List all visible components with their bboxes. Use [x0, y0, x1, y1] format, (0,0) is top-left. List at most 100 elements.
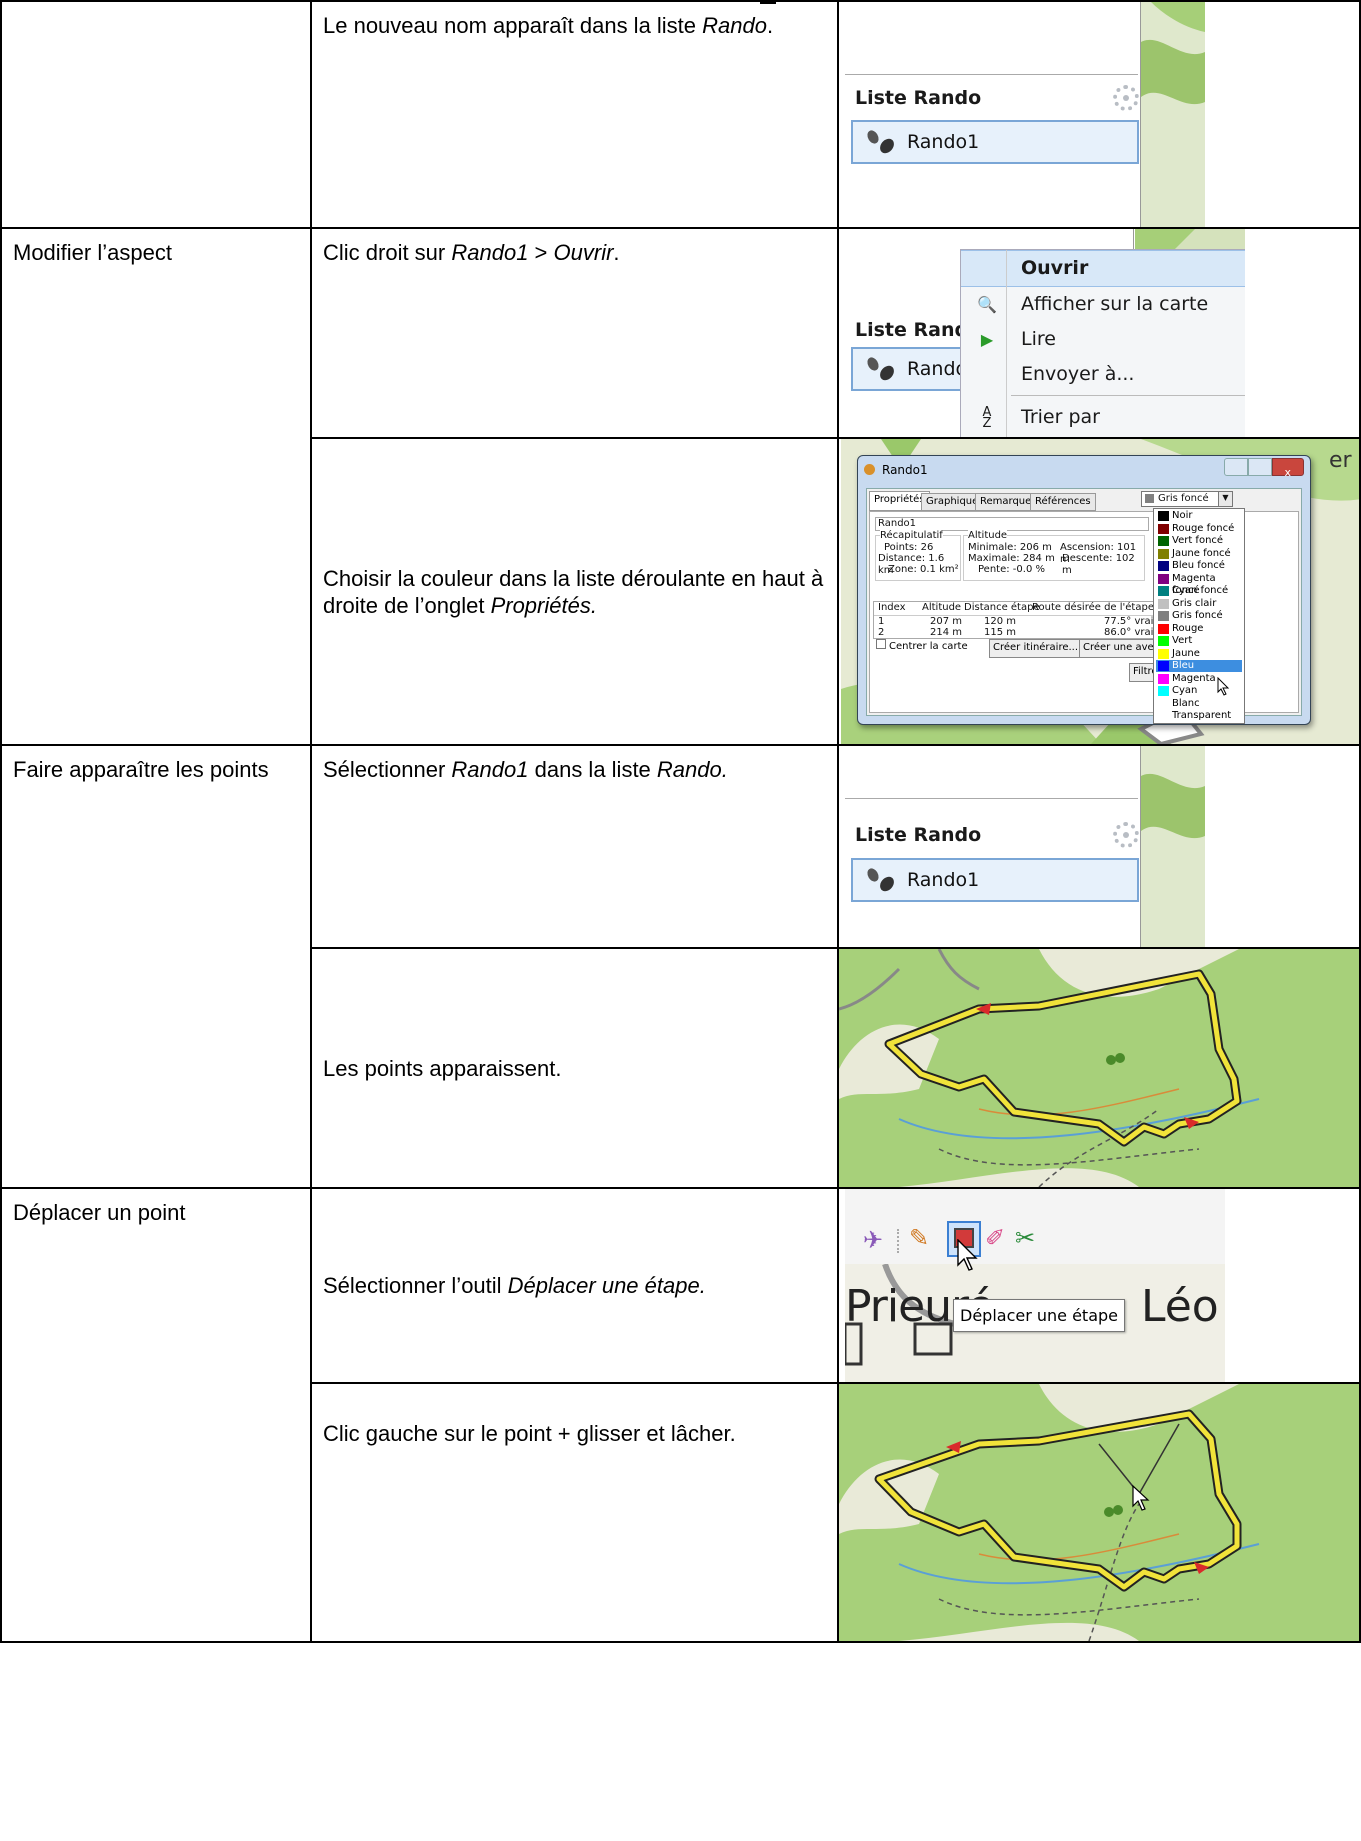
map-search-icon: 🔍	[977, 295, 997, 314]
list-header: Liste Rando	[855, 87, 982, 109]
color-swatch	[1158, 573, 1169, 584]
screenshot-cell	[837, 947, 1361, 1189]
color-swatch	[1158, 586, 1169, 596]
color-option[interactable]: Gris foncé	[1156, 610, 1242, 622]
action-cell: Déplacer un point	[0, 1187, 312, 1643]
screenshot-cell: ✈ ✎ ✐ ✂ Prieuré Léo Déplacer une étape	[837, 1187, 1361, 1384]
color-option[interactable]: Rouge	[1156, 623, 1242, 635]
color-swatch	[1158, 511, 1169, 521]
list-item-rando1[interactable]: Rando1	[851, 120, 1139, 164]
tab-references[interactable]: Références	[1030, 493, 1096, 511]
color-option[interactable]: Blanc	[1156, 698, 1242, 710]
edit-pencil-icon[interactable]: ✎	[909, 1225, 929, 1252]
color-swatch	[1158, 686, 1169, 696]
list-item-rando1[interactable]: Rando1	[851, 858, 1139, 902]
color-option[interactable]: Transparent	[1156, 710, 1242, 722]
minimize-button[interactable]	[1224, 458, 1248, 476]
screenshot-cell: er Rando1 x Propriétés Graphique Remarqu…	[837, 437, 1361, 746]
gear-icon[interactable]	[1113, 822, 1139, 848]
color-select[interactable]: Gris foncé ▼	[1141, 491, 1233, 507]
scissors-icon[interactable]: ✂	[1015, 1225, 1035, 1252]
color-swatch	[1158, 699, 1169, 709]
track-map-drag-screenshot	[840, 1385, 1358, 1640]
play-icon: ▶	[980, 330, 994, 349]
menu-item-sort-by[interactable]: A Z Trier par	[961, 400, 1245, 435]
color-option-label: Transparent	[1172, 710, 1232, 721]
color-swatch	[1158, 536, 1169, 546]
map-place-label: Léo	[1141, 1281, 1219, 1332]
properties-screenshot: er Rando1 x Propriétés Graphique Remarqu…	[841, 440, 1358, 743]
action-cell: Modifier l’aspect	[0, 227, 312, 746]
tab-graphique[interactable]: Graphique	[921, 493, 984, 511]
color-option-label: Noir	[1172, 510, 1193, 521]
color-option[interactable]: Jaune	[1156, 648, 1242, 660]
color-option[interactable]: Bleu foncé	[1156, 560, 1242, 572]
center-map-checkbox[interactable]: Centrer la carte	[873, 639, 971, 656]
context-menu: Ouvrir 🔍 Afficher sur la carte ▶ Lire Envo…	[960, 249, 1245, 436]
map-edge	[1141, 3, 1205, 226]
screenshot-cell	[837, 1382, 1361, 1643]
tooltip: Déplacer une étape	[953, 1299, 1126, 1332]
table-row: Faire apparaître les points Sélectionner…	[0, 744, 1361, 1189]
chevron-down-icon[interactable]: ▼	[1218, 492, 1232, 506]
color-option[interactable]: Vert foncé	[1156, 535, 1242, 547]
color-swatch	[1158, 561, 1169, 571]
track-map-screenshot	[840, 950, 1358, 1186]
altitude-box: Altitude Minimale: 206 m Maximale: 284 m…	[963, 530, 1145, 581]
instruction-cell: Le nouveau nom apparaît dans la liste Ra…	[310, 0, 839, 229]
create-route-button[interactable]: Créer itinéraire...	[989, 639, 1083, 658]
waypoint-table: Index Altitude Distance étape Route dési…	[873, 601, 1165, 639]
color-swatch	[1158, 623, 1169, 634]
gear-icon[interactable]	[1113, 85, 1139, 111]
footprints-icon	[863, 128, 899, 156]
color-option[interactable]: Rouge foncé	[1156, 523, 1242, 535]
menu-item-show-on-map[interactable]: 🔍 Afficher sur la carte	[961, 287, 1245, 322]
menu-item-play[interactable]: ▶ Lire	[961, 322, 1245, 357]
color-swatch	[1158, 711, 1169, 721]
action-cell	[0, 0, 312, 229]
color-swatch	[1158, 661, 1169, 671]
close-icon[interactable]: x	[1271, 458, 1304, 479]
color-swatch	[1158, 598, 1169, 609]
table-row: Modifier l’aspect Clic droit sur Rando1 …	[0, 227, 1361, 746]
rando-list-screenshot: Liste Rando Rando1	[845, 3, 1205, 226]
color-swatch	[1158, 673, 1169, 684]
screenshot-cell: Liste Rando Rando1 Ouvrir 🔍 Afficher sur …	[837, 227, 1361, 439]
screenshot-cell: Liste Rando Rando1	[837, 0, 1361, 229]
color-option-label: Blanc	[1172, 697, 1200, 709]
sort-az-icon: AZ	[982, 404, 992, 431]
instruction-cell: Clic droit sur Rando1 > Ouvrir.	[310, 227, 839, 439]
color-option[interactable]: Vert	[1156, 635, 1242, 647]
color-option[interactable]: Magenta foncé	[1156, 573, 1242, 596]
menu-item-open[interactable]: Ouvrir	[961, 250, 1245, 287]
color-option[interactable]: Gris clair	[1156, 598, 1242, 610]
table-row: Déplacer un point Sélectionner l’outil D…	[0, 1187, 1361, 1643]
eraser-icon[interactable]: ✐	[985, 1225, 1005, 1252]
color-option-label: Gris foncé	[1172, 610, 1223, 621]
color-option-label: Jaune foncé	[1172, 547, 1231, 559]
color-option-label: Rouge foncé	[1172, 522, 1235, 534]
footprints-icon	[863, 866, 899, 894]
rando-list-screenshot: Liste Rando Rando1	[845, 747, 1205, 946]
footprints-icon	[863, 355, 899, 383]
color-option-label: Vert	[1172, 635, 1193, 646]
color-option[interactable]: Noir	[1156, 510, 1242, 522]
color-swatch	[1158, 648, 1169, 659]
app-icon	[864, 464, 875, 475]
color-option[interactable]: Bleu	[1156, 660, 1242, 672]
list-item-rando1[interactable]: Rando1	[851, 347, 979, 391]
table-row: Le nouveau nom apparaît dans la liste Ra…	[0, 0, 1361, 229]
color-option-label: Bleu	[1172, 660, 1195, 671]
context-menu-screenshot: Liste Rando Rando1 Ouvrir 🔍 Afficher sur …	[845, 230, 1245, 436]
screenshot-cell: Liste Rando Rando1	[837, 744, 1361, 949]
instruction-table: Le nouveau nom apparaît dans la liste Ra…	[0, 0, 1361, 1643]
menu-item-send-to[interactable]: Envoyer à...	[961, 357, 1245, 392]
color-option-label: Magenta	[1172, 672, 1216, 684]
color-option[interactable]: Jaune foncé	[1156, 548, 1242, 560]
rocket-icon[interactable]: ✈	[863, 1227, 883, 1254]
color-option[interactable]: Cyan foncé	[1156, 585, 1242, 597]
color-option-label: Vert foncé	[1172, 535, 1224, 546]
color-swatch	[1158, 548, 1169, 559]
maximize-button[interactable]	[1247, 458, 1272, 476]
name-field[interactable]: Rando1	[875, 517, 1149, 531]
